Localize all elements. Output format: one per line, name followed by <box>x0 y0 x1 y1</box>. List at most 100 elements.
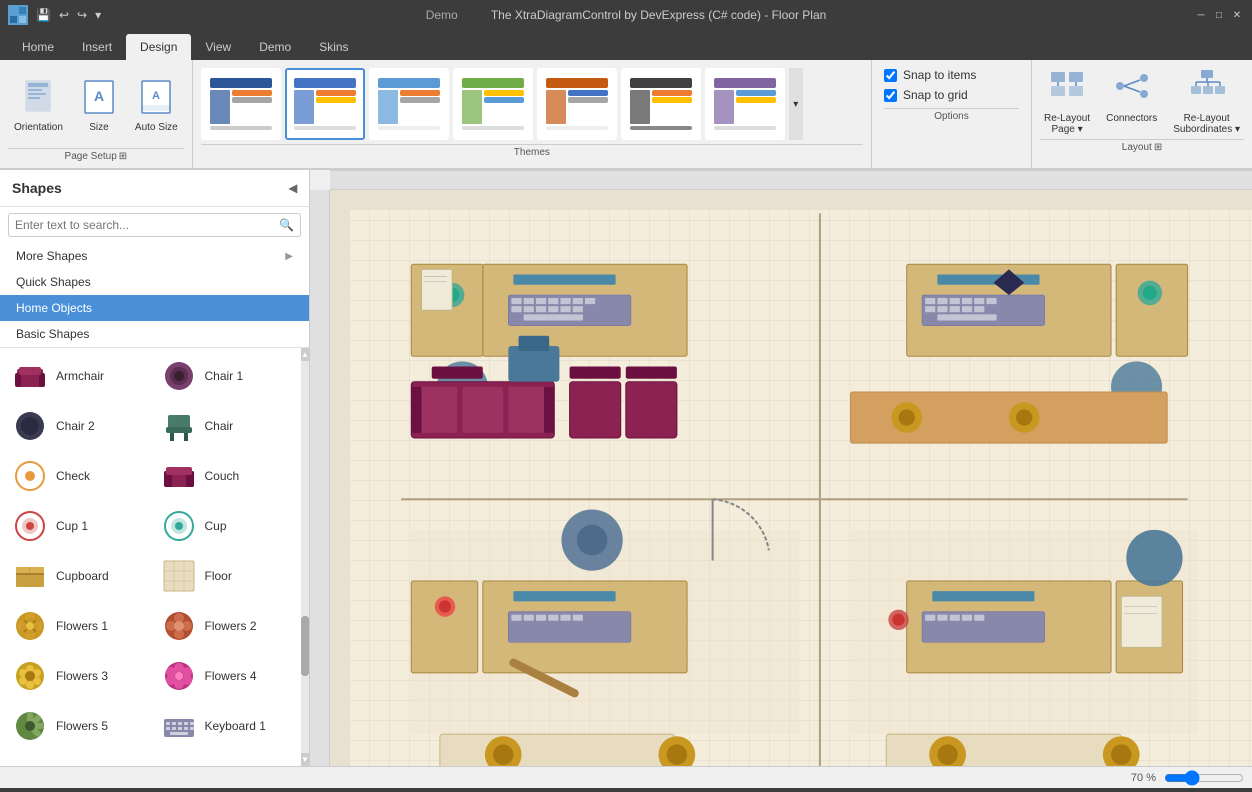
themes-content: ▾ <box>201 64 863 144</box>
snap-to-grid-input[interactable] <box>884 89 897 102</box>
shape-cupboard[interactable]: Cupboard <box>4 552 151 600</box>
re-layout-page-button[interactable]: Re-LayoutPage ▾ <box>1040 64 1094 139</box>
floor-plan-svg <box>350 210 1252 766</box>
check-icon <box>12 458 48 494</box>
flowers1-icon <box>12 608 48 644</box>
title-bar: 💾 ↩ ↪ ▾ Demo The XtraDiagramControl by D… <box>0 0 1252 30</box>
options-label[interactable]: Options <box>884 108 1019 124</box>
status-bar: 70 % <box>0 766 1252 788</box>
shape-flowers1[interactable]: Flowers 1 <box>4 602 151 650</box>
shape-flowers4[interactable]: Flowers 4 <box>153 652 300 700</box>
shape-flowers2[interactable]: Flowers 2 <box>153 602 300 650</box>
connectors-icon <box>1114 68 1150 111</box>
maximize-button[interactable]: □ <box>1212 8 1226 22</box>
auto-size-button[interactable]: A Auto Size <box>129 75 184 137</box>
snap-to-grid-checkbox[interactable]: Snap to grid <box>884 88 1019 102</box>
cupboard-label: Cupboard <box>56 569 109 583</box>
more-shapes-arrow-icon: ▶ <box>285 251 293 262</box>
app-icon-area: 💾 ↩ ↪ ▾ <box>8 5 101 25</box>
search-icon[interactable]: 🔍 <box>273 214 300 236</box>
canvas[interactable] <box>350 210 1252 766</box>
page-setup-expand-icon: ⊞ <box>119 151 127 162</box>
cupboard-icon <box>12 558 48 594</box>
flowers2-label: Flowers 2 <box>205 619 257 633</box>
theme-item-3[interactable] <box>369 68 449 140</box>
canvas-with-ruler <box>310 190 1252 766</box>
tab-design[interactable]: Design <box>126 34 191 60</box>
armchair-label: Armchair <box>56 369 104 383</box>
shape-couch[interactable]: Couch <box>153 452 300 500</box>
connectors-label: Connectors <box>1106 113 1157 124</box>
zoom-level: 70 % <box>1131 772 1156 784</box>
page-setup-label[interactable]: Page Setup ⊞ <box>8 148 184 164</box>
theme-item-2[interactable] <box>285 68 365 140</box>
shape-armchair[interactable]: Armchair <box>4 352 151 400</box>
re-layout-subordinates-icon <box>1189 68 1225 111</box>
quick-access-redo[interactable]: ↪ <box>77 8 87 22</box>
size-label: Size <box>89 122 108 133</box>
theme-item-6[interactable] <box>621 68 701 140</box>
shapes-grid: Armchair Chair 1 <box>4 352 299 750</box>
search-box: 🔍 <box>8 213 301 237</box>
tab-skins[interactable]: Skins <box>305 34 362 60</box>
shape-chair2[interactable]: Chair 2 <box>4 402 151 450</box>
quick-access-undo[interactable]: ↩ <box>59 8 69 22</box>
shape-cup1[interactable]: Cup 1 <box>4 502 151 550</box>
shape-cup[interactable]: Cup <box>153 502 300 550</box>
shapes-scroll-up[interactable]: ▲ <box>301 348 309 361</box>
close-button[interactable]: ✕ <box>1230 8 1244 22</box>
nav-home-objects[interactable]: Home Objects <box>0 295 309 321</box>
shape-flowers3[interactable]: Flowers 3 <box>4 652 151 700</box>
zoom-slider[interactable] <box>1164 770 1244 786</box>
ruler-top <box>330 170 1252 190</box>
cup1-label: Cup 1 <box>56 519 88 533</box>
theme-item-7[interactable] <box>705 68 785 140</box>
flowers4-icon <box>161 658 197 694</box>
ruler-left <box>310 190 330 766</box>
snap-to-items-input[interactable] <box>884 69 897 82</box>
ribbon-panel: Orientation A Size A <box>0 60 1252 170</box>
shape-chair1[interactable]: Chair 1 <box>153 352 300 400</box>
shapes-collapse-button[interactable]: ◂ <box>289 178 297 198</box>
shapes-title: Shapes <box>12 180 62 196</box>
theme-item-4[interactable] <box>453 68 533 140</box>
chair2-icon <box>12 408 48 444</box>
connectors-button[interactable]: Connectors <box>1102 64 1161 128</box>
cup-label: Cup <box>205 519 227 533</box>
tab-home[interactable]: Home <box>8 34 68 60</box>
canvas-area[interactable] <box>330 190 1252 766</box>
chair1-label: Chair 1 <box>205 369 244 383</box>
flowers2-icon <box>161 608 197 644</box>
nav-more-shapes[interactable]: More Shapes ▶ <box>0 243 309 269</box>
size-button[interactable]: A Size <box>75 75 123 137</box>
re-layout-subordinates-button[interactable]: Re-LayoutSubordinates ▾ <box>1169 64 1244 139</box>
shapes-scroll-down[interactable]: ▼ <box>301 753 309 766</box>
shape-flowers5[interactable]: Flowers 5 <box>4 702 151 750</box>
layout-label[interactable]: Layout ⊞ <box>1040 139 1244 155</box>
snap-to-items-checkbox[interactable]: Snap to items <box>884 68 1019 82</box>
page-setup-content: Orientation A Size A <box>8 64 184 148</box>
shapes-list: Armchair Chair 1 <box>0 348 309 766</box>
shape-keyboard1[interactable]: Keyboard 1 <box>153 702 300 750</box>
tab-demo[interactable]: Demo <box>245 34 305 60</box>
flowers5-label: Flowers 5 <box>56 719 108 733</box>
tab-insert[interactable]: Insert <box>68 34 126 60</box>
flowers1-label: Flowers 1 <box>56 619 108 633</box>
orientation-button[interactable]: Orientation <box>8 75 69 137</box>
minimize-button[interactable]: ─ <box>1194 8 1208 22</box>
search-input[interactable] <box>9 214 273 236</box>
chair2-label: Chair 2 <box>56 419 95 433</box>
themes-label[interactable]: Themes <box>201 144 863 160</box>
themes-scroll-btn[interactable]: ▾ <box>789 68 803 140</box>
window-title: Demo The XtraDiagramControl by DevExpres… <box>426 8 827 22</box>
tab-view[interactable]: View <box>191 34 245 60</box>
shape-check[interactable]: Check <box>4 452 151 500</box>
theme-item-1[interactable] <box>201 68 281 140</box>
quick-access-save[interactable]: 💾 <box>36 8 51 22</box>
shape-floor[interactable]: Floor <box>153 552 300 600</box>
theme-item-5[interactable] <box>537 68 617 140</box>
shape-chair[interactable]: Chair <box>153 402 300 450</box>
nav-basic-shapes[interactable]: Basic Shapes <box>0 321 309 347</box>
quick-access-more[interactable]: ▾ <box>95 8 101 22</box>
nav-quick-shapes[interactable]: Quick Shapes <box>0 269 309 295</box>
